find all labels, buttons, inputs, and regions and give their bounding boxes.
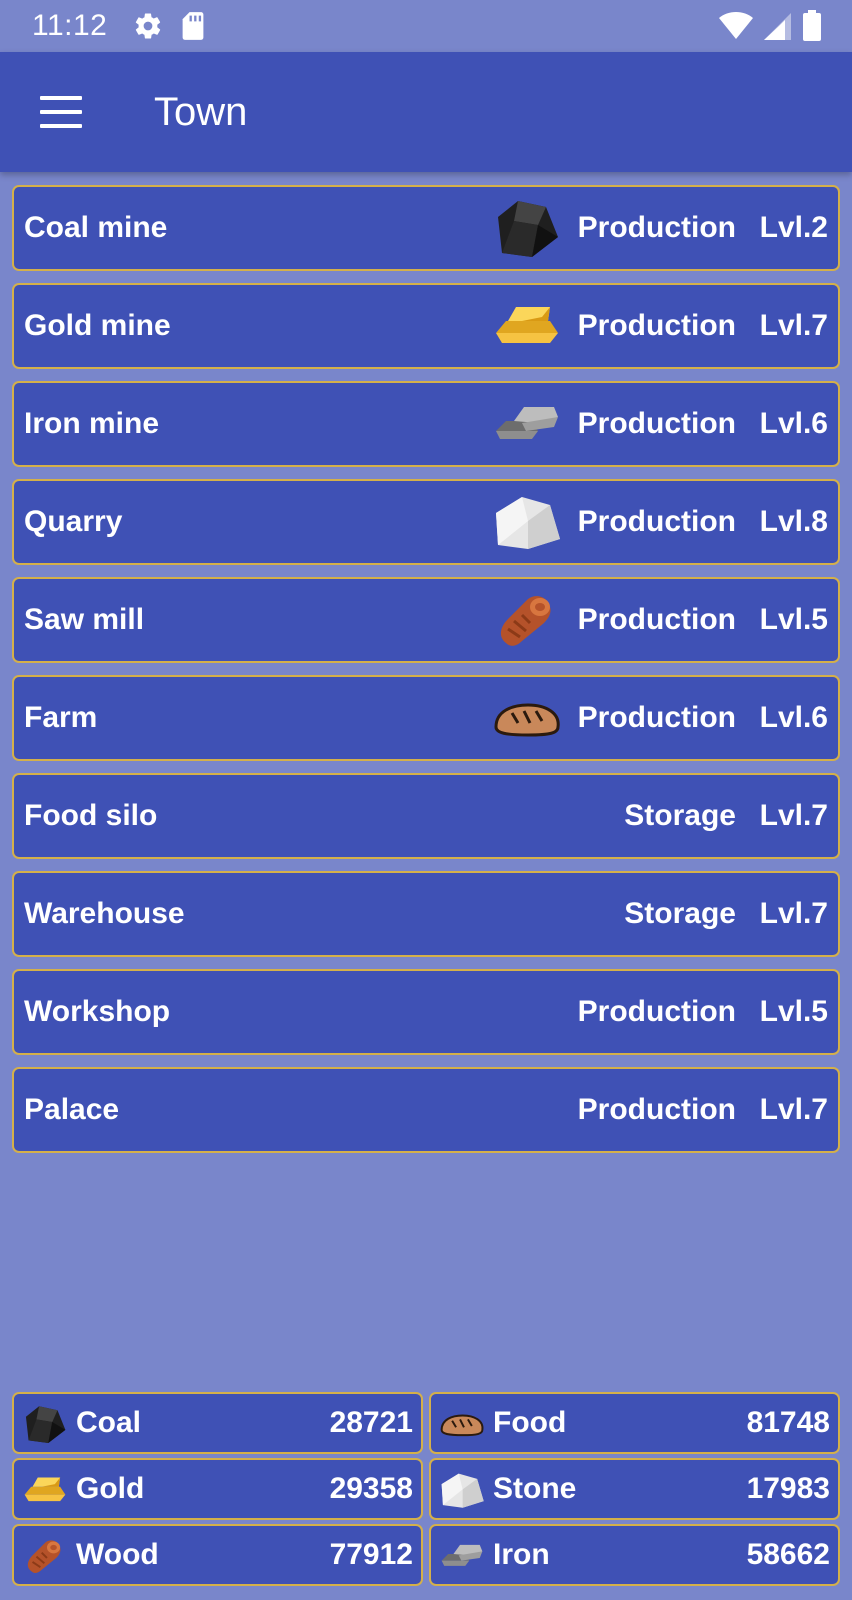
resource-row: Gold 29358 Stone 17983 [12,1458,840,1520]
status-time: 11:12 [32,9,108,42]
cell-signal-icon [764,13,791,40]
building-row[interactable]: Saw mill Production Lvl.5 [12,577,840,663]
building-name: Quarry [24,505,123,538]
resource-name: Gold [76,1472,145,1505]
building-type: Production [577,407,736,440]
building-type: Production [577,1093,736,1126]
stone-icon [441,1473,484,1508]
building-name: Gold mine [24,309,171,342]
building-type: Production [577,309,736,342]
coal-icon [25,1406,66,1444]
building-row[interactable]: Farm Production Lvl.6 [12,675,840,761]
building-level: Lvl.6 [759,407,828,440]
resource-name: Iron [493,1538,550,1571]
stone-icon [496,497,560,549]
building-name: Iron mine [24,407,160,440]
iron-icon [441,1544,483,1566]
page-title: Town [154,89,248,134]
building-level: Lvl.8 [759,505,828,538]
wood-icon [499,594,553,648]
building-row[interactable]: Iron mine Production Lvl.6 [12,381,840,467]
building-row[interactable]: Food silo Storage Lvl.7 [12,773,840,859]
building-level: Lvl.7 [759,1093,828,1126]
bread-icon [494,703,560,737]
resource-value: 28721 [329,1406,413,1439]
building-row[interactable]: Workshop Production Lvl.5 [12,969,840,1055]
building-name: Workshop [24,995,171,1028]
building-name: Coal mine [24,211,168,244]
building-name: Warehouse [24,897,185,930]
building-type: Production [577,603,736,636]
building-type: Storage [624,897,736,930]
resource-item: Wood 77912 [12,1524,423,1586]
sd-card-icon [182,12,204,40]
building-row[interactable]: Quarry Production Lvl.8 [12,479,840,565]
building-name: Saw mill [24,603,145,636]
resource-name: Food [493,1406,567,1439]
resource-item: Gold 29358 [12,1458,423,1520]
building-row[interactable]: Coal mine Production Lvl.2 [12,185,840,271]
app-bar: Town [0,52,852,172]
coal-icon [498,201,558,257]
building-type: Production [577,701,736,734]
gold-icon [24,1477,66,1502]
building-row[interactable]: Palace Production Lvl.7 [12,1067,840,1153]
battery-icon [803,10,821,41]
building-level: Lvl.7 [759,309,828,342]
building-level: Lvl.7 [759,897,828,930]
building-row[interactable]: Warehouse Storage Lvl.7 [12,871,840,957]
building-level: Lvl.6 [759,701,828,734]
resource-name: Wood [76,1538,159,1571]
building-type: Production [577,505,736,538]
building-name: Food silo [24,799,158,832]
gold-icon [496,307,558,343]
resource-item: Iron 58662 [429,1524,840,1586]
resource-value: 29358 [329,1472,413,1505]
building-type: Production [577,211,736,244]
building-level: Lvl.2 [759,211,828,244]
building-list: Coal mine Production Lvl.2 Gold mine Product… [12,185,840,1165]
resource-value: 77912 [329,1538,413,1571]
building-level: Lvl.7 [759,799,828,832]
menu-icon[interactable] [40,96,82,128]
building-level: Lvl.5 [759,603,828,636]
resource-value: 81748 [746,1406,830,1439]
resource-panel: Coal 28721 Food 81748 Gold 29358 Stone 17983 Woo… [12,1392,840,1590]
iron-icon [496,407,558,439]
building-name: Farm [24,701,98,734]
wood-icon [26,1539,62,1574]
resource-item: Stone 17983 [429,1458,840,1520]
status-bar: 11:12 [0,0,852,52]
resource-item: Coal 28721 [12,1392,423,1454]
wifi-icon [719,12,753,39]
building-level: Lvl.5 [759,995,828,1028]
bread-icon [440,1414,484,1437]
status-icons [718,10,822,42]
resource-name: Coal [76,1406,142,1439]
building-type: Production [577,995,736,1028]
resource-value: 17983 [746,1472,830,1505]
resource-row: Wood 77912 Iron 58662 [12,1524,840,1586]
resource-item: Food 81748 [429,1392,840,1454]
resource-row: Coal 28721 Food 81748 [12,1392,840,1454]
building-name: Palace [24,1093,120,1126]
resource-name: Stone [493,1472,577,1505]
building-row[interactable]: Gold mine Production Lvl.7 [12,283,840,369]
resource-value: 58662 [746,1538,830,1571]
settings-icon [136,13,161,39]
building-type: Storage [624,799,736,832]
